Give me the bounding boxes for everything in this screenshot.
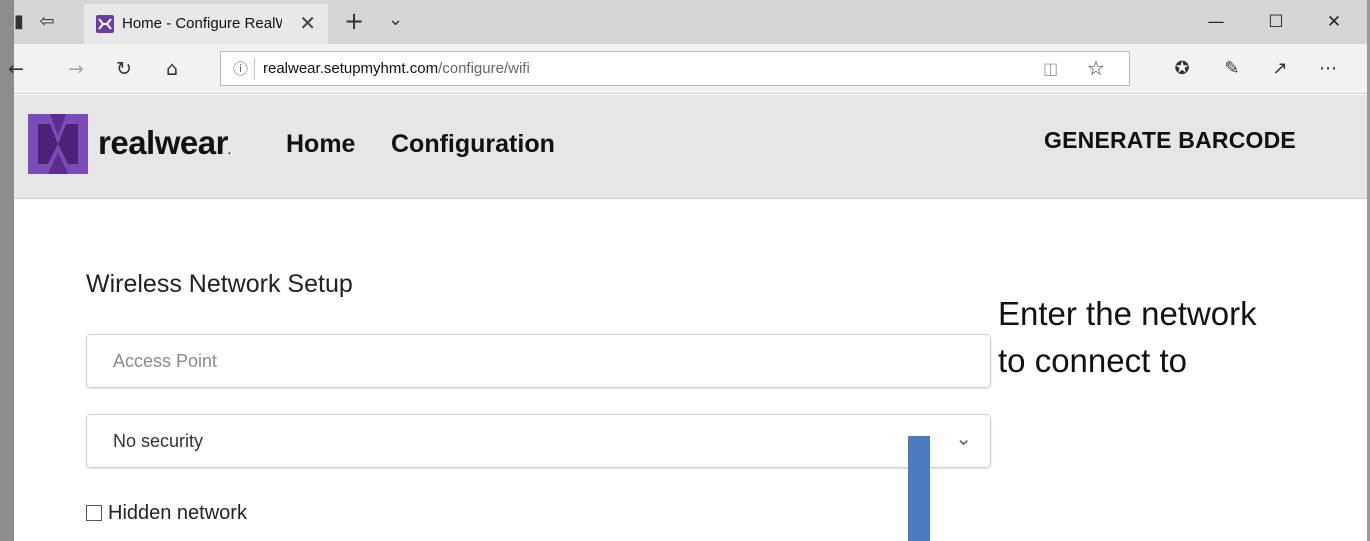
more-options-icon[interactable]: ⋯ bbox=[1314, 55, 1342, 83]
form-title: Wireless Network Setup bbox=[86, 270, 353, 298]
share-icon[interactable]: ↗ bbox=[1266, 55, 1294, 83]
reading-view-icon[interactable]: ◫ bbox=[1043, 59, 1058, 78]
chevron-down-icon[interactable]: ⌄ bbox=[388, 9, 403, 30]
annotation-callout: Enter the network to connect to bbox=[998, 290, 1257, 384]
maximize-button[interactable]: ☐ bbox=[1246, 4, 1306, 40]
access-point-placeholder: Access Point bbox=[113, 351, 218, 371]
tab-title: Home - Configure RealWear bbox=[122, 15, 282, 32]
nav-link-home[interactable]: Home bbox=[286, 130, 355, 159]
address-bar[interactable]: ⓘ realwear.setupmyhmt.com/configure/wifi… bbox=[220, 51, 1130, 86]
brand-mark: . bbox=[227, 146, 231, 157]
annotation-line-2: to connect to bbox=[998, 342, 1187, 379]
refresh-icon[interactable]: ↻ bbox=[110, 55, 138, 83]
realwear-logo-icon[interactable] bbox=[28, 114, 88, 174]
tab-preview-icon[interactable]: ▮ bbox=[6, 9, 32, 35]
forward-icon[interactable]: → bbox=[62, 55, 90, 83]
tab-strip: ▮ ⇦ Home - Configure RealWear ✕ + ⌄ — ☐ … bbox=[14, 0, 1367, 44]
new-tab-icon[interactable]: + bbox=[344, 7, 364, 35]
favorites-list-icon[interactable]: ✪ bbox=[1168, 55, 1196, 83]
favorite-star-icon[interactable]: ☆ bbox=[1087, 56, 1105, 80]
site-info-icon[interactable]: ⓘ bbox=[233, 58, 248, 79]
annotation-line-1: Enter the network bbox=[998, 295, 1257, 332]
browser-toolbar: ← → ↻ ⌂ ⓘ realwear.setupmyhmt.com/config… bbox=[8, 44, 1367, 94]
brand-name: realwear bbox=[98, 124, 228, 161]
url-host: realwear.setupmyhmt.com bbox=[263, 60, 439, 77]
annotation-bar bbox=[908, 436, 930, 541]
access-point-input[interactable]: Access Point bbox=[86, 334, 991, 388]
url-text[interactable]: realwear.setupmyhmt.com/configure/wifi bbox=[263, 60, 530, 77]
site-header: realwear. Home Configuration GENERATE BA… bbox=[14, 95, 1367, 199]
set-tabs-aside-icon[interactable]: ⇦ bbox=[34, 9, 60, 35]
back-icon[interactable]: ← bbox=[2, 55, 30, 83]
address-separator bbox=[254, 58, 255, 80]
hidden-network-label: Hidden network bbox=[108, 502, 247, 524]
chevron-down-icon: ⌄ bbox=[955, 426, 972, 450]
security-selected-value: No security bbox=[113, 431, 204, 451]
browser-window: ▮ ⇦ Home - Configure RealWear ✕ + ⌄ — ☐ … bbox=[0, 0, 1370, 541]
home-icon[interactable]: ⌂ bbox=[158, 55, 186, 83]
realwear-favicon-icon bbox=[96, 15, 114, 33]
web-note-icon[interactable]: ✎ bbox=[1218, 55, 1246, 83]
close-window-button[interactable]: ✕ bbox=[1304, 4, 1364, 40]
brand-wordmark[interactable]: realwear. bbox=[98, 124, 231, 162]
close-tab-icon[interactable]: ✕ bbox=[299, 11, 316, 35]
tab-home-configure[interactable]: Home - Configure RealWear ✕ bbox=[84, 4, 328, 44]
minimize-button[interactable]: — bbox=[1186, 4, 1246, 40]
generate-barcode-button[interactable]: GENERATE BARCODE bbox=[1044, 127, 1296, 154]
hidden-network-checkbox[interactable] bbox=[86, 505, 102, 521]
nav-link-configuration[interactable]: Configuration bbox=[391, 130, 555, 159]
url-path: /configure/wifi bbox=[438, 60, 530, 77]
security-select[interactable]: No security ⌄ bbox=[86, 414, 991, 468]
